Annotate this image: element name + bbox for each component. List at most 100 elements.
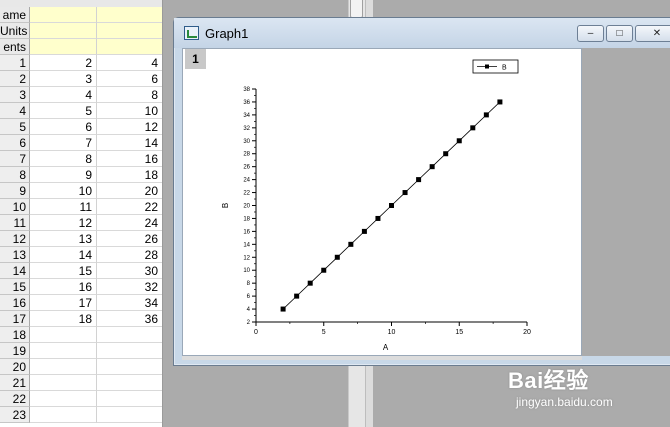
cell-col-a[interactable]: 15 bbox=[30, 263, 97, 279]
meta-row-label[interactable]: Units bbox=[0, 23, 30, 39]
graph-window[interactable]: Graph1 – □ ✕ 2 4 6 8 10 12 14 16 18 20 22 24 26 28 30 3… bbox=[173, 17, 670, 366]
cell-col-b[interactable]: 12 bbox=[97, 119, 162, 135]
row-number[interactable]: 22 bbox=[0, 391, 30, 407]
cell-col-a[interactable]: 14 bbox=[30, 247, 97, 263]
cell-col-a[interactable]: 2 bbox=[30, 55, 97, 71]
cell-col-a[interactable] bbox=[30, 375, 97, 391]
cell-col-a[interactable]: 12 bbox=[30, 215, 97, 231]
graph-page[interactable]: 2 4 6 8 10 12 14 16 18 20 22 24 26 28 30 32 34 36 38 0 5 10 15… bbox=[182, 48, 582, 356]
cell-col-b[interactable] bbox=[97, 407, 162, 423]
data-point[interactable] bbox=[497, 99, 503, 105]
cell-col-b[interactable] bbox=[97, 343, 162, 359]
data-point[interactable] bbox=[348, 241, 354, 247]
row-number[interactable]: 12 bbox=[0, 231, 30, 247]
row-number[interactable]: 13 bbox=[0, 247, 30, 263]
cell-col-a[interactable]: 9 bbox=[30, 167, 97, 183]
scrollbar-thumb[interactable] bbox=[350, 0, 363, 18]
cell-col-b[interactable]: 30 bbox=[97, 263, 162, 279]
data-point[interactable] bbox=[334, 254, 340, 260]
row-number[interactable]: 17 bbox=[0, 311, 30, 327]
row-number[interactable]: 7 bbox=[0, 151, 30, 167]
row-number[interactable]: 3 bbox=[0, 87, 30, 103]
cell-col-b[interactable]: 36 bbox=[97, 311, 162, 327]
data-point[interactable] bbox=[294, 293, 300, 299]
cell-col-a[interactable]: 18 bbox=[30, 311, 97, 327]
row-number[interactable]: 4 bbox=[0, 103, 30, 119]
layer-tab[interactable]: 1 bbox=[185, 49, 206, 69]
cell-col-b[interactable]: 32 bbox=[97, 279, 162, 295]
data-point[interactable] bbox=[429, 164, 435, 170]
cell-col-a[interactable] bbox=[30, 407, 97, 423]
cell-col-b[interactable] bbox=[97, 327, 162, 343]
cell-col-a[interactable] bbox=[30, 7, 97, 23]
cell-col-b[interactable]: 8 bbox=[97, 87, 162, 103]
data-point[interactable] bbox=[389, 203, 394, 208]
row-number[interactable]: 19 bbox=[0, 343, 30, 359]
cell-col-a[interactable]: 3 bbox=[30, 71, 97, 87]
cell-col-b[interactable]: 14 bbox=[97, 135, 162, 151]
row-number[interactable]: 9 bbox=[0, 183, 30, 199]
row-number[interactable]: 1 bbox=[0, 55, 30, 71]
row-number[interactable]: 16 bbox=[0, 295, 30, 311]
row-number[interactable]: 21 bbox=[0, 375, 30, 391]
meta-row-label[interactable]: ents bbox=[0, 39, 30, 55]
cell-col-a[interactable]: 5 bbox=[30, 103, 97, 119]
data-point[interactable] bbox=[307, 280, 313, 286]
row-number[interactable]: 15 bbox=[0, 279, 30, 295]
cell-col-a[interactable]: 4 bbox=[30, 87, 97, 103]
row-number[interactable]: 5 bbox=[0, 119, 30, 135]
cell-col-b[interactable]: 26 bbox=[97, 231, 162, 247]
graph-window-titlebar[interactable]: Graph1 – □ ✕ bbox=[174, 18, 670, 48]
data-point[interactable] bbox=[361, 228, 367, 234]
cell-col-a[interactable]: 6 bbox=[30, 119, 97, 135]
row-number[interactable]: 6 bbox=[0, 135, 30, 151]
cell-col-a[interactable] bbox=[30, 391, 97, 407]
row-number[interactable]: 11 bbox=[0, 215, 30, 231]
data-point[interactable] bbox=[402, 190, 408, 196]
meta-row-label[interactable]: ame bbox=[0, 7, 30, 23]
data-point[interactable] bbox=[456, 138, 462, 144]
cell-col-b[interactable] bbox=[97, 23, 162, 39]
data-point[interactable] bbox=[280, 306, 286, 312]
cell-col-b[interactable]: 4 bbox=[97, 55, 162, 71]
chart-svg[interactable]: 24681012141618202224262830323436380 5 10 15… bbox=[183, 49, 583, 357]
cell-col-a[interactable] bbox=[30, 23, 97, 39]
cell-col-a[interactable]: 17 bbox=[30, 295, 97, 311]
cell-col-a[interactable]: 10 bbox=[30, 183, 97, 199]
worksheet[interactable]: ame Units ents 1 2 4 2 3 6 3 4 8 4 5 10 5 6 12 6 7 14 7 8 16 8 9 1… bbox=[0, 0, 163, 427]
minimize-button[interactable]: – bbox=[577, 25, 604, 42]
row-number[interactable]: 20 bbox=[0, 359, 30, 375]
cell-col-b[interactable] bbox=[97, 7, 162, 23]
data-point[interactable] bbox=[321, 267, 327, 273]
row-number[interactable]: 8 bbox=[0, 167, 30, 183]
row-number[interactable]: 2 bbox=[0, 71, 30, 87]
row-number[interactable]: 10 bbox=[0, 199, 30, 215]
cell-col-b[interactable]: 18 bbox=[97, 167, 162, 183]
cell-col-b[interactable] bbox=[97, 375, 162, 391]
cell-col-b[interactable]: 22 bbox=[97, 199, 162, 215]
cell-col-b[interactable] bbox=[97, 359, 162, 375]
data-point[interactable] bbox=[416, 177, 422, 183]
cell-col-a[interactable] bbox=[30, 39, 97, 55]
row-number[interactable]: 23 bbox=[0, 407, 30, 423]
cell-col-a[interactable]: 13 bbox=[30, 231, 97, 247]
cell-col-b[interactable]: 6 bbox=[97, 71, 162, 87]
data-point[interactable] bbox=[483, 112, 489, 118]
row-number[interactable]: 14 bbox=[0, 263, 30, 279]
cell-col-a[interactable] bbox=[30, 359, 97, 375]
cell-col-a[interactable]: 7 bbox=[30, 135, 97, 151]
data-point[interactable] bbox=[470, 125, 476, 131]
cell-col-a[interactable] bbox=[30, 343, 97, 359]
row-number[interactable]: 18 bbox=[0, 327, 30, 343]
cell-col-a[interactable]: 11 bbox=[30, 199, 97, 215]
cell-col-a[interactable]: 16 bbox=[30, 279, 97, 295]
close-button[interactable]: ✕ bbox=[635, 25, 670, 42]
cell-col-b[interactable]: 24 bbox=[97, 215, 162, 231]
data-point[interactable] bbox=[443, 151, 449, 157]
maximize-button[interactable]: □ bbox=[606, 25, 633, 42]
cell-col-b[interactable]: 28 bbox=[97, 247, 162, 263]
cell-col-b[interactable]: 16 bbox=[97, 151, 162, 167]
cell-col-b[interactable]: 20 bbox=[97, 183, 162, 199]
cell-col-a[interactable]: 8 bbox=[30, 151, 97, 167]
cell-col-a[interactable] bbox=[30, 327, 97, 343]
